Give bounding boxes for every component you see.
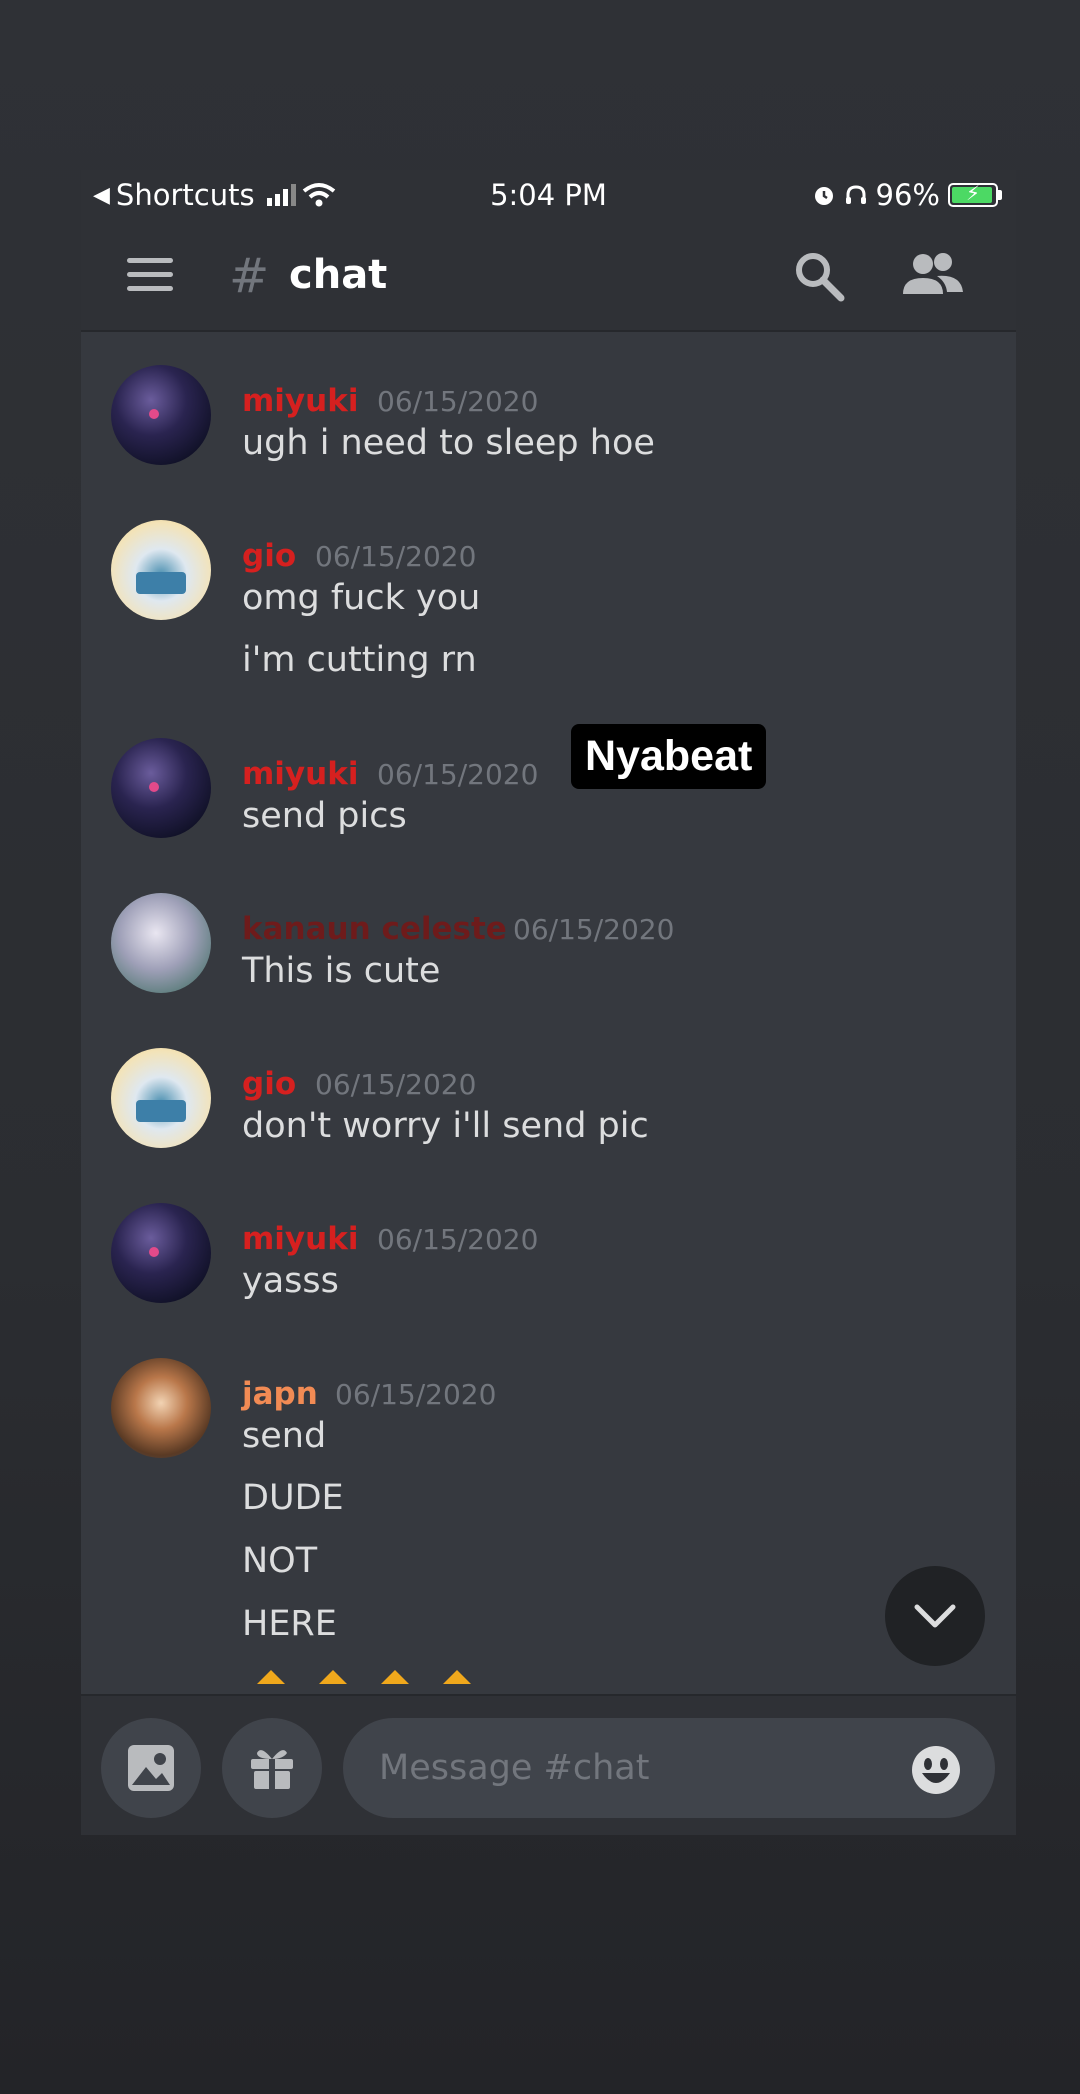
message-timestamp: 06/15/2020 — [377, 1223, 539, 1256]
avatar[interactable] — [111, 365, 211, 465]
message-text: i'm cutting rn — [242, 640, 477, 680]
message-timestamp: 06/15/2020 — [513, 913, 675, 946]
message-timestamp: 06/15/2020 — [377, 758, 539, 791]
status-bar: ◀ Shortcuts 5:04 PM 96% ⚡ — [81, 170, 1016, 220]
image-icon — [128, 1745, 174, 1791]
watermark-label: Nyabeat — [571, 724, 767, 789]
author-name[interactable]: kanaun celeste — [242, 911, 507, 947]
message-text: DUDE — [242, 1478, 344, 1518]
upload-image-button[interactable] — [101, 1718, 201, 1818]
members-icon[interactable] — [901, 250, 965, 302]
message-text: send — [242, 1416, 327, 1456]
channel-title: chat — [289, 252, 388, 298]
message-text: omg fuck you — [242, 578, 481, 618]
channel-hash-icon: # — [229, 248, 270, 304]
avatar[interactable] — [111, 1203, 211, 1303]
menu-icon[interactable] — [127, 258, 173, 292]
emoji-row-partial — [257, 1670, 471, 1684]
message-text: This is cute — [242, 951, 441, 991]
message-timestamp: 06/15/2020 — [335, 1378, 497, 1411]
headphones-icon — [845, 185, 866, 204]
author-name[interactable]: japn — [242, 1376, 318, 1412]
phone-screen: ◀ Shortcuts 5:04 PM 96% ⚡ # chat miyuki … — [81, 170, 1016, 1835]
message-text: ugh i need to sleep hoe — [242, 423, 655, 463]
battery-icon: ⚡ — [948, 181, 998, 207]
chevron-down-icon — [914, 1604, 956, 1628]
avatar[interactable] — [111, 520, 211, 620]
channel-header: # chat — [81, 220, 1016, 332]
avatar[interactable] — [111, 1048, 211, 1148]
avatar[interactable] — [111, 893, 211, 993]
message-text: NOT — [242, 1541, 318, 1581]
message-composer — [81, 1694, 1016, 1835]
message-text: HERE — [242, 1604, 337, 1644]
message-timestamp: 06/15/2020 — [315, 540, 477, 573]
message-text: don't worry i'll send pic — [242, 1106, 649, 1146]
gift-icon — [251, 1750, 293, 1789]
jump-to-bottom-button[interactable] — [885, 1566, 985, 1666]
message-timestamp: 06/15/2020 — [377, 385, 539, 418]
avatar[interactable] — [111, 738, 211, 838]
avatar[interactable] — [111, 1358, 211, 1458]
author-name[interactable]: miyuki — [242, 756, 358, 792]
author-name[interactable]: gio — [242, 538, 296, 574]
author-name[interactable]: miyuki — [242, 1221, 358, 1257]
author-name[interactable]: gio — [242, 1066, 296, 1102]
message-timestamp: 06/15/2020 — [315, 1068, 477, 1101]
alarm-icon — [814, 187, 833, 205]
battery-percent: 96% — [875, 178, 940, 212]
author-name[interactable]: miyuki — [242, 383, 358, 419]
message-input[interactable] — [343, 1718, 995, 1818]
message-text: yasss — [242, 1261, 339, 1301]
emoji-picker-icon[interactable] — [911, 1745, 961, 1795]
message-text: send pics — [242, 796, 407, 836]
search-icon[interactable] — [791, 248, 847, 304]
gift-button[interactable] — [222, 1718, 322, 1818]
